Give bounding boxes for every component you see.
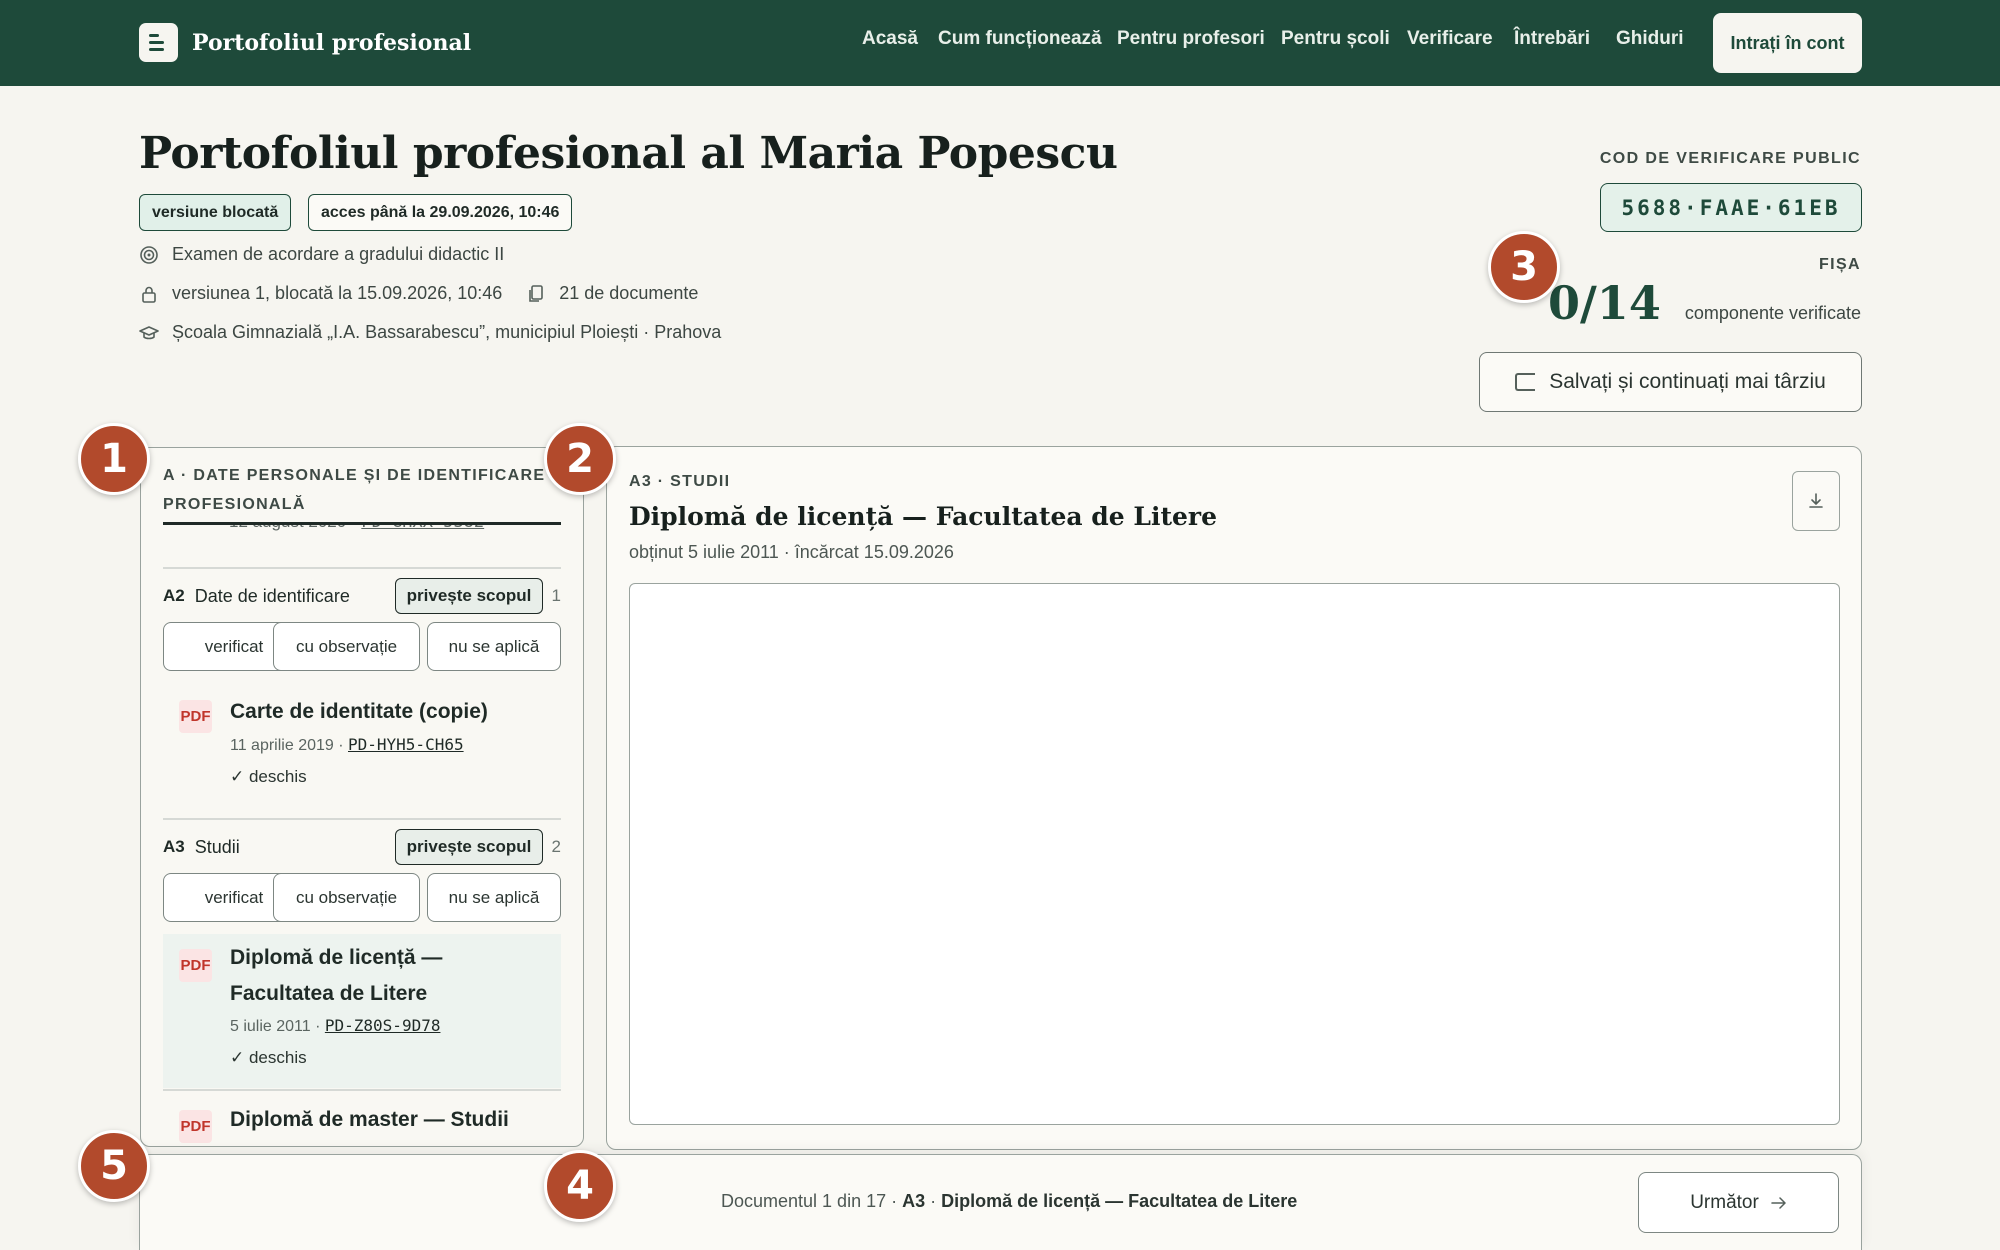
top-navigation-bar: Portofoliul profesional Acasă Cum funcți… — [0, 0, 2000, 86]
save-and-continue-button[interactable]: Salvați și continuați mai târziu — [1479, 352, 1862, 412]
document-title: Diplomă de licență — Facultatea de Liter… — [230, 946, 443, 1005]
version-info: versiunea 1, blocată la 15.09.2026, 10:4… — [172, 283, 503, 303]
viewer-document-title: Diplomă de licență — Facultatea de Liter… — [629, 502, 1218, 531]
viewer-section-label: A3 · STUDII — [629, 473, 731, 490]
document-title: Carte de identitate (copie) — [230, 700, 488, 723]
nav-guides[interactable]: Ghiduri — [1616, 28, 1684, 50]
section-a3-status-options: verificat cu observație nu se aplică — [163, 873, 561, 922]
document-preview-frame[interactable] — [629, 583, 1840, 1125]
section-document-count: 2 — [551, 837, 561, 856]
document-opened-status: ✓ deschis — [230, 767, 307, 786]
section-code: A3 — [163, 837, 185, 856]
version-row: versiunea 1, blocată la 15.09.2026, 10:4… — [139, 283, 698, 304]
document-divider — [163, 1089, 561, 1091]
document-meta: 5 iulie 2011 · PD-Z80S-9D78 — [230, 1016, 441, 1035]
document-item-selected[interactable]: PDF Diplomă de licență — Facultatea de L… — [163, 934, 561, 1088]
pdf-icon: PDF — [179, 949, 212, 982]
step-marker-5: 5 — [78, 1130, 150, 1202]
verification-code: 5688·FAAE·61EB — [1600, 183, 1862, 232]
exam-type: Examen de acordare a gradului didactic I… — [172, 244, 505, 264]
target-icon — [139, 245, 159, 265]
next-button-label: Următor — [1690, 1191, 1759, 1213]
document-logo-icon — [139, 23, 178, 62]
graduation-cap-icon — [139, 323, 159, 343]
exit-icon — [1515, 373, 1536, 391]
document-id-link[interactable]: PD-Z80S-9D78 — [325, 1016, 441, 1035]
section-divider — [163, 567, 561, 569]
fisa-label: FIȘA — [1818, 256, 1861, 273]
document-viewer: A3 · STUDII Diplomă de licență — Faculta… — [606, 446, 1862, 1150]
arrow-right-icon — [1771, 1196, 1786, 1209]
nav-for-schools[interactable]: Pentru școli — [1281, 28, 1390, 50]
document-meta: 11 aprilie 2019 · PD-HYH5-CH65 — [230, 735, 464, 754]
document-count: 21 de documente — [559, 283, 699, 303]
viewer-document-meta: obținut 5 iulie 2011 · încărcat 15.09.20… — [629, 542, 954, 562]
nav-for-teachers[interactable]: Pentru profesori — [1117, 28, 1265, 50]
document-item[interactable]: PDF Diplomă de master — Studii literare — [163, 1098, 561, 1146]
document-title: Diplomă de master — Studii literare — [230, 1108, 509, 1146]
section-title: Studii — [194, 836, 240, 857]
scope-toggle-button[interactable]: privește scopul — [395, 578, 543, 614]
brand-name: Portofoliul profesional — [192, 29, 472, 56]
document-navigation-bar: Documentul 1 din 17 · A3 · Diplomă de li… — [139, 1154, 1862, 1250]
save-button-label: Salvați și continuați mai târziu — [1549, 370, 1826, 393]
document-list-panel[interactable]: 12 august 2020 · PD-GHXX-5382 A · DATE P… — [140, 447, 584, 1147]
nav-verification[interactable]: Verificare — [1407, 28, 1493, 50]
exam-row: Examen de acordare a gradului didactic I… — [139, 244, 504, 265]
school-row: Școala Gimnazială „I.A. Bassarabescu”, m… — [139, 322, 721, 343]
brand-link[interactable]: Portofoliul profesional — [139, 23, 471, 62]
verification-code-label: COD DE VERIFICARE PUBLIC — [1599, 150, 1861, 167]
step-marker-3: 3 — [1488, 231, 1560, 303]
status-not-applicable-button[interactable]: nu se aplică — [427, 873, 561, 922]
section-a3-header: A3 Studii privește scopul 2 — [163, 829, 561, 865]
section-a2-header: A2 Date de identificare privește scopul … — [163, 578, 561, 614]
verified-components-label: componente verificate — [1684, 303, 1861, 323]
section-divider — [163, 818, 561, 820]
scope-toggle-button[interactable]: privește scopul — [395, 829, 543, 865]
nav-how-it-works[interactable]: Cum funcționează — [938, 28, 1102, 50]
school-name: Școala Gimnazială „I.A. Bassarabescu”, m… — [172, 322, 722, 342]
section-document-count: 1 — [551, 586, 561, 605]
status-not-applicable-button[interactable]: nu se aplică — [427, 622, 561, 671]
section-title: Date de identificare — [194, 585, 350, 606]
documents-icon — [526, 284, 546, 304]
pdf-icon: PDF — [179, 700, 212, 733]
lock-icon — [139, 284, 159, 304]
step-marker-1: 1 — [78, 423, 150, 495]
section-a2-status-options: verificat cu observație nu se aplică — [163, 622, 561, 671]
document-position-text: Documentul 1 din 17 · A3 · Diplomă de li… — [721, 1191, 1298, 1211]
page-title: Portofoliul profesional al Maria Popescu — [139, 128, 1118, 179]
access-until-badge: acces până la 29.09.2026, 10:46 — [308, 194, 573, 231]
document-opened-status: ✓ deschis — [230, 1048, 307, 1067]
nav-questions[interactable]: Întrebări — [1514, 28, 1590, 50]
section-group-header: A · DATE PERSONALE ȘI DE IDENTIFICARE PR… — [163, 467, 546, 513]
document-id-link[interactable]: PD-HYH5-CH65 — [348, 735, 464, 754]
download-button[interactable] — [1792, 471, 1840, 531]
status-observation-button[interactable]: cu observație — [273, 622, 420, 671]
step-marker-4: 4 — [544, 1150, 616, 1222]
header-divider — [163, 522, 561, 525]
verified-components-count: 0/14 — [1548, 276, 1661, 330]
pdf-icon: PDF — [179, 1110, 212, 1143]
section-code: A2 — [163, 586, 185, 605]
step-marker-2: 2 — [544, 423, 616, 495]
login-button[interactable]: Intrați în cont — [1713, 13, 1862, 73]
locked-version-badge: versiune blocată — [139, 194, 292, 231]
download-icon — [1809, 493, 1823, 508]
nav-home[interactable]: Acasă — [862, 28, 918, 50]
document-item[interactable]: PDF Carte de identitate (copie) 11 april… — [163, 684, 561, 794]
status-observation-button[interactable]: cu observație — [273, 873, 420, 922]
next-document-button[interactable]: Următor — [1638, 1172, 1839, 1233]
